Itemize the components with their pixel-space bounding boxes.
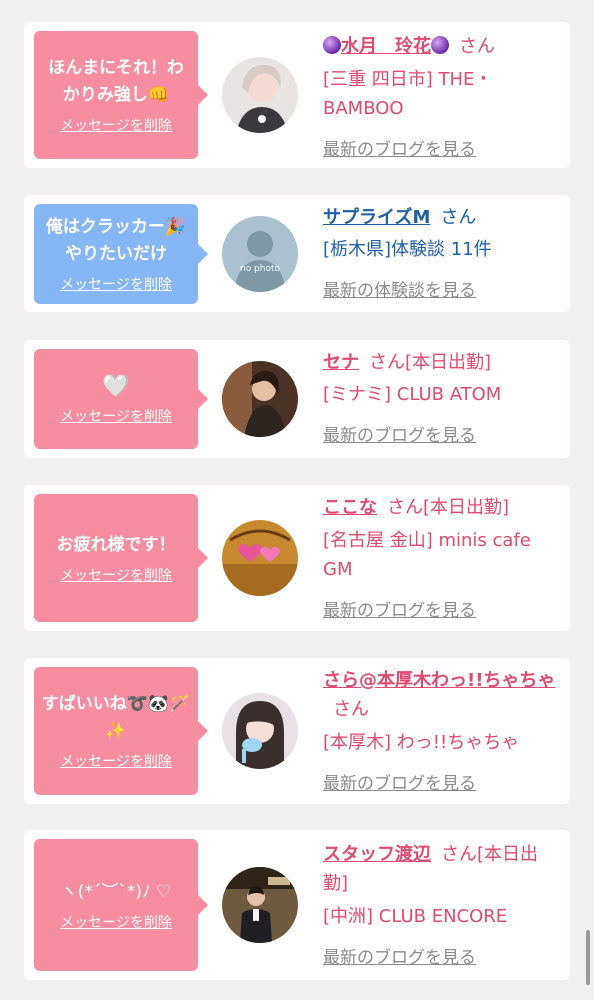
- sender-name-line: サプライズM さん: [323, 203, 561, 232]
- crystal-ball-icon: [431, 36, 449, 54]
- message-card: 🤍 メッセージを削除 セナ さん[本日出勤] [ミナミ] CLUB ATOM 最新…: [24, 340, 570, 458]
- delete-message-link[interactable]: メッセージを削除: [60, 406, 172, 426]
- sender-name-line: 水月 玲花 さん: [323, 32, 561, 61]
- delete-message-link[interactable]: メッセージを削除: [60, 751, 172, 771]
- sender-name[interactable]: ここな: [323, 497, 377, 518]
- message-card: 俺はクラッカー🎉やりたいだけ メッセージを削除 no photo サプライズM さ…: [24, 195, 570, 312]
- sender-name[interactable]: 水月 玲花: [341, 36, 431, 57]
- message-card: お疲れ様です！ メッセージを削除 ここな さん[本日出勤] [名古屋 金山] mi…: [24, 485, 570, 631]
- sender-name-line: さら@本厚木わっ!!ちゃちゃさん: [323, 666, 561, 724]
- message-bubble: ほんまにそれ！わかりみ強し👊 メッセージを削除: [34, 31, 208, 159]
- delete-message-link[interactable]: メッセージを削除: [60, 115, 172, 135]
- crystal-ball-icon: [323, 36, 341, 54]
- shop-name: [栃木県]体験談 11件: [323, 239, 492, 260]
- message-text: すばいいね➰🐼🪄✨: [41, 694, 191, 741]
- honorific: さん: [459, 36, 495, 57]
- avatar[interactable]: [222, 520, 298, 596]
- message-text: 俺はクラッカー🎉やりたいだけ: [45, 217, 187, 264]
- shop-name: [中洲] CLUB ENCORE: [323, 906, 508, 927]
- latest-blog-link[interactable]: 最新のブログを見る: [323, 943, 476, 968]
- latest-blog-link[interactable]: 最新のブログを見る: [323, 769, 476, 794]
- message-bubble: お疲れ様です！ メッセージを削除: [34, 494, 208, 622]
- sender-name[interactable]: スタッフ渡辺: [323, 844, 431, 865]
- sender-name[interactable]: サプライズM: [323, 207, 430, 228]
- honorific: さん: [333, 699, 369, 720]
- honorific: さん: [441, 844, 477, 865]
- latest-blog-link[interactable]: 最新のブログを見る: [323, 596, 476, 621]
- woman-photo-icon: [222, 693, 298, 769]
- sender-info: 水月 玲花 さん [三重 四日市] THE・BAMBOO 最新のブログを見る: [323, 32, 561, 160]
- avatar[interactable]: [222, 361, 298, 437]
- shop-name: [名古屋 金山] minis cafe GM: [323, 530, 531, 580]
- message-card: ヽ(*´︶`*)ﾉ ♡ メッセージを削除 スタッフ渡辺 さん[本日出勤] [中洲]…: [24, 830, 570, 980]
- hearts-photo-icon: [222, 520, 298, 596]
- avatar[interactable]: [222, 57, 298, 133]
- avatar[interactable]: [222, 693, 298, 769]
- message-text: ヽ(*´︶`*)ﾉ ♡: [60, 881, 172, 902]
- message-bubble: ヽ(*´︶`*)ﾉ ♡ メッセージを削除: [34, 839, 208, 971]
- message-bubble: 🤍 メッセージを削除: [34, 349, 208, 449]
- shop-name: [本厚木] わっ!!ちゃちゃ: [323, 732, 520, 753]
- delete-message-link[interactable]: メッセージを削除: [60, 912, 172, 932]
- status-badge: [本日出勤]: [423, 497, 510, 518]
- message-bubble: 俺はクラッカー🎉やりたいだけ メッセージを削除: [34, 204, 208, 304]
- sender-info: ここな さん[本日出勤] [名古屋 金山] minis cafe GM 最新のブロ…: [323, 493, 561, 621]
- sender-info: さら@本厚木わっ!!ちゃちゃさん [本厚木] わっ!!ちゃちゃ 最新のブログを見…: [323, 666, 561, 794]
- staff-photo-icon: [222, 867, 298, 943]
- no-photo-icon: no photo: [222, 216, 298, 292]
- message-text: お疲れ様です！: [56, 534, 176, 555]
- shop-name: [ミナミ] CLUB ATOM: [323, 384, 502, 405]
- sender-name[interactable]: さら@本厚木わっ!!ちゃちゃ: [323, 670, 555, 691]
- message-card: ほんまにそれ！わかりみ強し👊 メッセージを削除 水月 玲花 さん [三重 四日市]…: [24, 22, 570, 168]
- sender-name[interactable]: セナ: [323, 352, 359, 373]
- honorific: さん: [387, 497, 423, 518]
- sender-name-line: スタッフ渡辺 さん[本日出勤]: [323, 840, 561, 898]
- sender-name-line: セナ さん[本日出勤]: [323, 348, 561, 377]
- avatar[interactable]: no photo: [222, 216, 298, 292]
- message-list: ほんまにそれ！わかりみ強し👊 メッセージを削除 水月 玲花 さん [三重 四日市]…: [0, 0, 594, 1000]
- honorific: さん: [369, 352, 405, 373]
- sender-info: スタッフ渡辺 さん[本日出勤] [中洲] CLUB ENCORE 最新のブログを見…: [323, 840, 561, 968]
- scrollbar[interactable]: [586, 930, 590, 985]
- delete-message-link[interactable]: メッセージを削除: [60, 274, 172, 294]
- message-text: ほんまにそれ！わかりみ強し👊: [48, 58, 184, 105]
- latest-review-link[interactable]: 最新の体験談を見る: [323, 276, 476, 301]
- sender-info: サプライズM さん [栃木県]体験談 11件 最新の体験談を見る: [323, 203, 561, 301]
- status-badge: [本日出勤]: [405, 352, 492, 373]
- latest-blog-link[interactable]: 最新のブログを見る: [323, 421, 476, 446]
- sender-info: セナ さん[本日出勤] [ミナミ] CLUB ATOM 最新のブログを見る: [323, 348, 561, 446]
- shop-name: [三重 四日市] THE・BAMBOO: [323, 69, 493, 119]
- latest-blog-link[interactable]: 最新のブログを見る: [323, 135, 476, 160]
- sender-name-line: ここな さん[本日出勤]: [323, 493, 561, 522]
- no-photo-text: no photo: [240, 264, 281, 274]
- message-text: 🤍: [102, 373, 130, 399]
- woman-photo-icon: [222, 57, 298, 133]
- delete-message-link[interactable]: メッセージを削除: [60, 565, 172, 585]
- message-bubble: すばいいね➰🐼🪄✨ メッセージを削除: [34, 667, 208, 795]
- message-card: すばいいね➰🐼🪄✨ メッセージを削除 さら@本厚木わっ!!ちゃちゃさん [本厚木…: [24, 658, 570, 804]
- woman-photo-icon: [222, 361, 298, 437]
- honorific: さん: [440, 207, 477, 228]
- avatar[interactable]: [222, 867, 298, 943]
